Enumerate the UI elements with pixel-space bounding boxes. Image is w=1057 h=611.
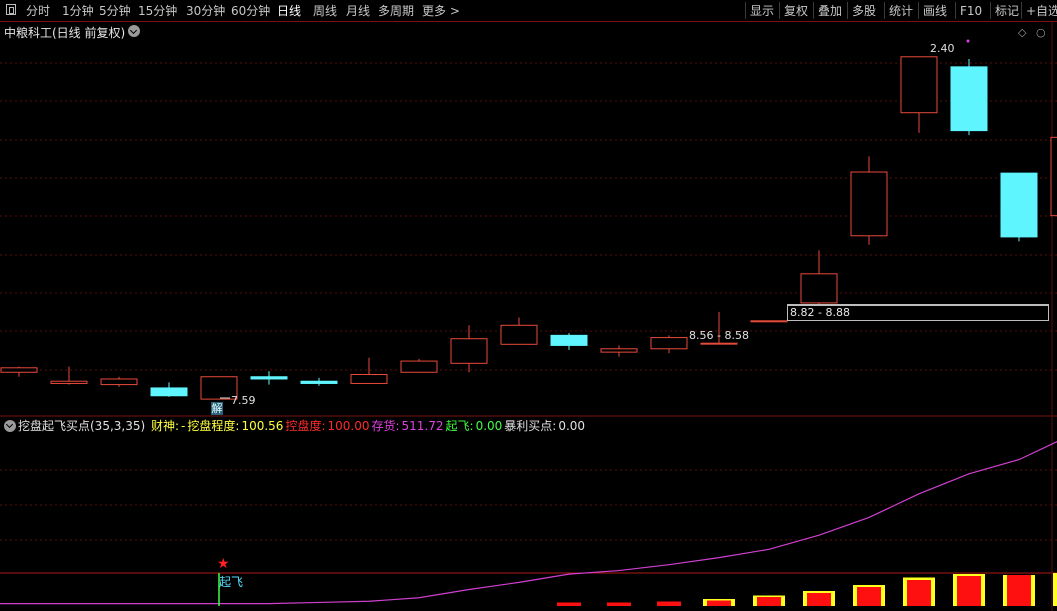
indicator-value-3: 511.72 — [401, 419, 444, 433]
period-tab-3[interactable]: 15分钟 — [138, 3, 177, 19]
toolbar-divider — [884, 2, 885, 19]
indicator-bar-red — [907, 580, 931, 606]
indicator-bar-yellow — [1053, 573, 1057, 606]
indicator-bar-red — [857, 587, 881, 606]
window-toggle-icon[interactable] — [6, 4, 16, 15]
candle-body — [800, 273, 838, 304]
toolbar-button-6[interactable]: F10 — [960, 3, 982, 19]
toolbar-divider — [955, 2, 956, 19]
toolbar-button-1[interactable]: 复权 — [784, 3, 808, 19]
indicator-bar-red — [1007, 575, 1031, 606]
period-tab-4[interactable]: 30分钟 — [186, 3, 225, 19]
toolbar-button-3[interactable]: 多股 — [852, 3, 876, 19]
indicator-value-2: 100.00 — [327, 419, 370, 433]
price-range-box: 8.82 - 8.88 — [787, 304, 1049, 321]
candle-body — [950, 66, 988, 132]
candle-body — [450, 338, 488, 364]
toolbar-button-5[interactable]: 画线 — [923, 3, 947, 19]
candle-body — [650, 337, 688, 350]
jie-badge: 解 — [211, 402, 223, 415]
indicator-line — [0, 441, 1057, 605]
toolbar-button-0[interactable]: 显示 — [750, 3, 774, 19]
indicator-label-3: 存货: — [371, 419, 400, 433]
period-tab-8[interactable]: 月线 — [346, 3, 370, 19]
candle-body — [500, 324, 538, 345]
period-tab-2[interactable]: 5分钟 — [99, 3, 131, 19]
price-range-label: 8.56 - 8.58 — [689, 329, 749, 342]
toolbar-button-8[interactable]: +自选 — [1026, 3, 1057, 19]
indicator-bar-red — [557, 602, 581, 606]
toolbar-divider — [813, 2, 814, 19]
toolbar-divider — [918, 2, 919, 19]
high-dot — [966, 39, 970, 43]
toolbar-button-2[interactable]: 叠加 — [818, 3, 842, 19]
indicator-name[interactable]: 挖盘起飞买点(35,3,35) — [18, 419, 145, 433]
period-tab-7[interactable]: 周线 — [313, 3, 337, 19]
indicator-value-5: 0.00 — [558, 419, 586, 433]
qifei-marker: 起飞 — [219, 575, 244, 589]
toolbar-button-7[interactable]: 标记 — [995, 3, 1019, 19]
candle-body — [250, 376, 288, 380]
toolbar-divider — [847, 2, 848, 19]
candle-body — [0, 367, 38, 373]
candle-body — [550, 334, 588, 346]
period-tab-5[interactable]: 60分钟 — [231, 3, 270, 19]
candle-body — [1000, 172, 1038, 238]
period-tab-6[interactable]: 日线 — [277, 3, 301, 19]
indicator-label-5: 暴利买点: — [504, 419, 557, 433]
indicator-label-0: 财神: — [151, 419, 180, 433]
top-toolbar: 分时 1分钟 5分钟 15分钟 30分钟 60分钟 日线 周线 月线 多周期 更多 > 显示 复权 叠加… — [0, 0, 1057, 22]
candle-body — [300, 380, 338, 384]
indicator-value-1: 100.56 — [241, 419, 284, 433]
indicator-bar-red — [957, 576, 981, 606]
candle-body — [400, 360, 438, 373]
indicator-bar-red — [707, 600, 731, 606]
indicator-value-0: - — [181, 419, 186, 433]
indicator-bar-red — [807, 593, 831, 606]
indicator-label-1: 挖盘程度: — [187, 419, 240, 433]
high-price-label: 2.40 — [930, 42, 955, 55]
candle-body — [100, 378, 138, 386]
candle-body — [750, 320, 788, 323]
indicator-bar-red — [657, 601, 681, 606]
indicator-bar-red — [607, 602, 631, 606]
toolbar-divider — [745, 2, 746, 19]
indicator-header: 挖盘起飞买点(35,3,35) 财神: - 挖盘程度: 100.56 控盘度: 100.0… — [4, 418, 589, 434]
low-price-label: 7.59 — [231, 394, 256, 407]
period-tab-10[interactable]: 更多 > — [422, 3, 460, 19]
star-marker: ★ — [217, 556, 230, 572]
period-tab-1[interactable]: 1分钟 — [62, 3, 94, 19]
candle-body — [600, 348, 638, 353]
indicator-bar-red — [757, 597, 781, 606]
candle-body — [150, 387, 188, 397]
candle-body — [850, 171, 888, 237]
candle-body — [900, 56, 938, 114]
toolbar-divider — [1021, 2, 1022, 19]
candle-body — [50, 380, 88, 384]
toolbar-divider — [990, 2, 991, 19]
toolbar-button-4[interactable]: 统计 — [889, 3, 913, 19]
candle-body — [1050, 136, 1057, 217]
candle-body — [350, 374, 388, 384]
indicator-value-4: 0.00 — [475, 419, 503, 433]
indicator-label-2: 控盘度: — [285, 419, 326, 433]
candle-body — [700, 342, 738, 345]
period-tab-0[interactable]: 分时 — [26, 3, 50, 19]
toolbar-divider — [779, 2, 780, 19]
indicator-label-4: 起飞: — [445, 419, 474, 433]
indicator-dropdown-icon[interactable] — [4, 420, 16, 432]
period-tab-9[interactable]: 多周期 — [378, 3, 414, 19]
